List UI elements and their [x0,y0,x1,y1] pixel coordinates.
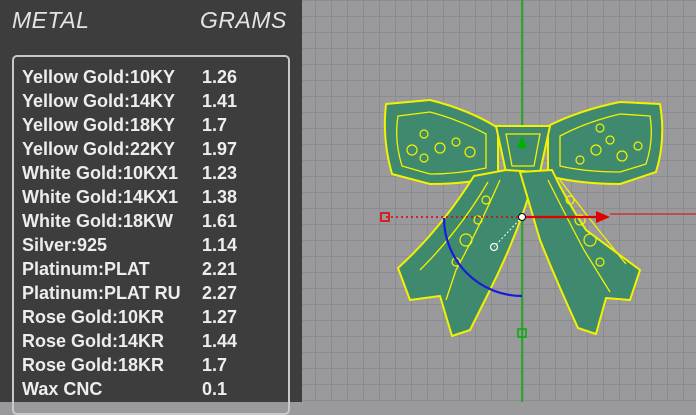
list-item[interactable]: White Gold:18KW 1.61 [22,211,292,235]
list-item[interactable]: Rose Gold:14KR 1.44 [22,331,292,355]
list-item[interactable]: Rose Gold:10KR 1.27 [22,307,292,331]
list-item[interactable]: Platinum:PLAT RU 2.27 [22,283,292,307]
bow-left-wing [383,99,499,185]
metal-name: White Gold:14KX1 [22,187,179,207]
metal-name: White Gold:10KX1 [22,163,179,183]
metal-name: Platinum:PLAT [22,259,150,279]
metal-grams: 1.27 [202,307,238,327]
metal-list[interactable]: Yellow Gold:10KY 1.26 Yellow Gold:14KY 1.4… [12,55,290,415]
metal-grams: 1.44 [202,331,238,351]
list-item[interactable]: Yellow Gold:10KY 1.26 [22,67,292,91]
metal-name: Rose Gold:10KR [22,307,165,327]
metal-grams: 0.1 [202,379,228,399]
metal-grams: 1.23 [202,163,238,183]
metal-name: Yellow Gold:22KY [22,139,176,159]
list-item[interactable]: Rose Gold:18KR 1.7 [22,355,292,379]
metal-name: Rose Gold:18KR [22,355,165,375]
list-item[interactable]: White Gold:10KX1 1.23 [22,163,292,187]
bow-left-tail [397,169,537,337]
bow-center-knot [495,125,551,173]
list-item[interactable]: Yellow Gold:22KY 1.97 [22,139,292,163]
metal-weight-panel: METAL GRAMS Yellow Gold:10KY 1.26 Yellow … [0,0,302,415]
gumball-x-arrow-icon[interactable] [596,211,610,223]
metal-grams: 1.7 [202,355,228,375]
metal-name: Wax CNC [22,379,103,399]
metal-name: Yellow Gold:18KY [22,115,176,135]
list-item[interactable]: White Gold:14KX1 1.38 [22,187,292,211]
metal-name: Rose Gold:14KR [22,331,165,351]
metal-name: Yellow Gold:14KY [22,91,176,111]
metal-grams: 1.38 [202,187,238,207]
list-item[interactable]: Wax CNC 0.1 [22,379,292,403]
list-item[interactable]: Silver:925 1.14 [22,235,292,259]
metal-column-header: METAL [12,7,90,33]
list-item[interactable]: Yellow Gold:18KY 1.7 [22,115,292,139]
bow-right-tail [519,169,641,335]
metal-grams: 1.97 [202,139,238,159]
list-item[interactable]: Platinum:PLAT 2.21 [22,259,292,283]
metal-grams: 1.7 [202,115,228,135]
metal-name: Platinum:PLAT RU [22,283,181,303]
metal-grams: 1.61 [202,211,238,231]
metal-grams: 1.41 [202,91,238,111]
grams-column-header: GRAMS [200,7,287,33]
metal-grams: 2.27 [202,283,238,303]
metal-grams: 1.14 [202,235,238,255]
metal-grams: 1.26 [202,67,238,87]
metal-name: Silver:925 [22,235,108,255]
list-item[interactable]: Yellow Gold:14KY 1.41 [22,91,292,115]
metal-grams: 2.21 [202,259,238,279]
gumball-center-point[interactable] [518,213,526,221]
metal-name: White Gold:18KW [22,211,173,231]
metal-name: Yellow Gold:10KY [22,67,176,87]
panel-header: METAL GRAMS [0,0,302,44]
